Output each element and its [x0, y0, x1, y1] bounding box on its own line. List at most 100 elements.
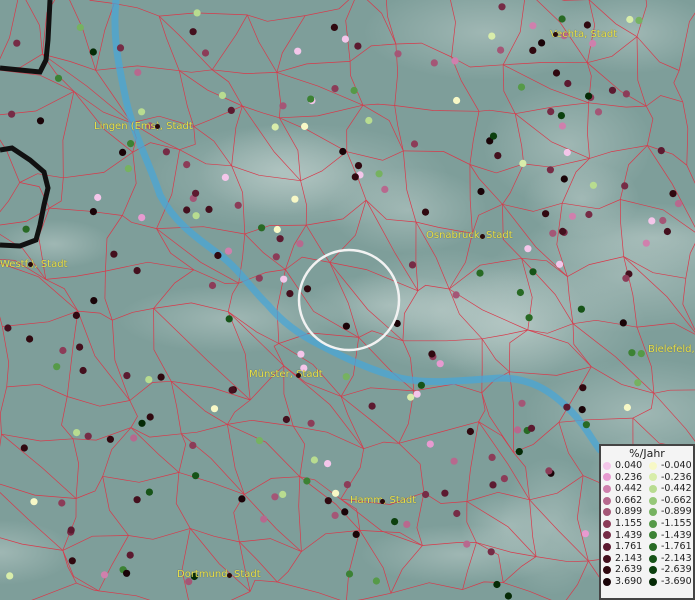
station-marker[interactable]	[116, 44, 125, 52]
station-marker[interactable]	[626, 15, 634, 24]
station-marker[interactable]	[119, 148, 127, 156]
station-marker[interactable]	[201, 49, 210, 57]
station-marker[interactable]	[558, 122, 567, 130]
station-marker[interactable]	[228, 386, 236, 394]
station-marker[interactable]	[560, 175, 568, 183]
station-marker[interactable]	[310, 456, 318, 464]
station-marker[interactable]	[343, 481, 351, 489]
station-marker[interactable]	[192, 212, 200, 220]
station-marker[interactable]	[76, 343, 84, 351]
station-marker[interactable]	[529, 268, 537, 276]
station-marker[interactable]	[489, 481, 497, 489]
station-marker[interactable]	[133, 496, 141, 504]
station-marker[interactable]	[557, 112, 566, 120]
station-marker[interactable]	[192, 472, 200, 480]
station-marker[interactable]	[303, 285, 312, 293]
station-marker[interactable]	[138, 214, 146, 222]
station-marker[interactable]	[307, 95, 315, 103]
station-marker[interactable]	[453, 96, 461, 105]
map-canvas[interactable]	[0, 0, 695, 600]
station-marker[interactable]	[368, 402, 376, 410]
station-marker[interactable]	[341, 508, 349, 516]
station-marker[interactable]	[426, 440, 434, 448]
station-marker[interactable]	[365, 116, 373, 125]
station-marker[interactable]	[224, 247, 233, 255]
station-marker[interactable]	[13, 39, 21, 47]
station-marker[interactable]	[589, 39, 597, 48]
station-marker[interactable]	[260, 515, 268, 523]
station-marker[interactable]	[663, 227, 672, 236]
map-view[interactable]: Vechta, Stadt Lingen (Ems), Stadt Osnabr…	[0, 0, 695, 600]
station-marker[interactable]	[642, 239, 650, 247]
station-marker[interactable]	[516, 288, 525, 297]
station-marker[interactable]	[89, 208, 97, 216]
station-marker[interactable]	[183, 206, 191, 214]
station-marker[interactable]	[583, 21, 592, 29]
station-marker[interactable]	[279, 102, 287, 110]
station-marker[interactable]	[451, 57, 459, 65]
station-marker[interactable]	[126, 551, 134, 559]
station-marker[interactable]	[218, 91, 227, 99]
station-marker[interactable]	[422, 490, 430, 499]
station-marker[interactable]	[255, 437, 264, 445]
station-marker[interactable]	[106, 435, 114, 443]
station-marker[interactable]	[466, 427, 474, 436]
station-marker[interactable]	[463, 540, 471, 548]
station-marker[interactable]	[20, 444, 28, 452]
station-marker[interactable]	[189, 28, 197, 36]
station-marker[interactable]	[72, 311, 80, 319]
station-marker[interactable]	[428, 350, 436, 358]
station-marker[interactable]	[297, 350, 305, 358]
station-marker[interactable]	[547, 108, 555, 116]
station-marker[interactable]	[342, 322, 350, 330]
station-marker[interactable]	[210, 405, 219, 413]
station-marker[interactable]	[272, 253, 280, 261]
station-marker[interactable]	[538, 39, 546, 47]
station-marker[interactable]	[563, 403, 571, 411]
station-marker[interactable]	[279, 490, 287, 498]
station-marker[interactable]	[452, 291, 460, 299]
station-marker[interactable]	[372, 577, 380, 585]
station-marker[interactable]	[138, 419, 146, 427]
station-marker[interactable]	[375, 170, 383, 178]
station-marker[interactable]	[436, 360, 444, 368]
station-marker[interactable]	[519, 159, 527, 167]
station-marker[interactable]	[286, 290, 294, 298]
station-marker[interactable]	[488, 32, 496, 40]
station-marker[interactable]	[515, 448, 523, 456]
station-marker[interactable]	[22, 225, 30, 233]
station-marker[interactable]	[628, 349, 636, 357]
station-marker[interactable]	[280, 275, 288, 283]
station-marker[interactable]	[634, 379, 642, 387]
station-marker[interactable]	[227, 106, 235, 114]
station-marker[interactable]	[563, 148, 571, 157]
station-marker[interactable]	[589, 181, 598, 189]
station-marker[interactable]	[208, 281, 217, 290]
station-marker[interactable]	[408, 261, 417, 269]
station-marker[interactable]	[529, 22, 537, 30]
station-marker[interactable]	[582, 421, 591, 429]
station-marker[interactable]	[145, 488, 153, 496]
station-marker[interactable]	[89, 48, 97, 56]
station-marker[interactable]	[622, 90, 631, 98]
station-marker[interactable]	[138, 108, 146, 116]
station-marker[interactable]	[36, 117, 45, 125]
station-marker[interactable]	[564, 79, 572, 88]
station-marker[interactable]	[183, 161, 191, 169]
station-marker[interactable]	[58, 499, 66, 507]
station-marker[interactable]	[294, 47, 302, 55]
station-marker[interactable]	[552, 69, 561, 77]
station-marker[interactable]	[529, 46, 537, 55]
station-marker[interactable]	[90, 297, 98, 305]
station-marker[interactable]	[205, 205, 213, 213]
station-marker[interactable]	[79, 366, 87, 375]
station-marker[interactable]	[559, 227, 567, 235]
station-marker[interactable]	[324, 497, 332, 505]
station-marker[interactable]	[498, 3, 506, 11]
station-marker[interactable]	[674, 200, 683, 208]
station-marker[interactable]	[192, 189, 200, 197]
station-marker[interactable]	[273, 225, 281, 234]
station-marker[interactable]	[162, 148, 170, 156]
station-marker[interactable]	[30, 498, 38, 506]
station-marker[interactable]	[594, 108, 603, 116]
